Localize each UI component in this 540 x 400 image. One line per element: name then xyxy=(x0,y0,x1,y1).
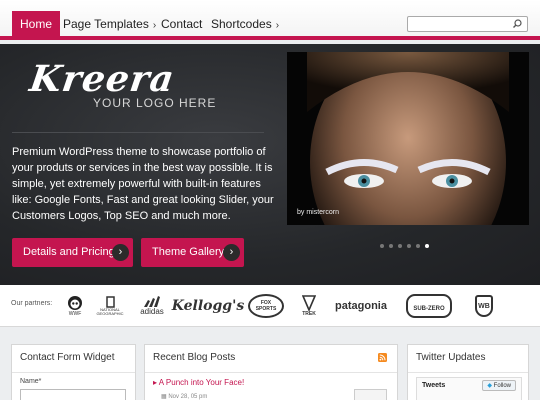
twitter-timeline: Tweets ◆ Follow xyxy=(416,377,522,400)
theme-gallery-button[interactable]: Theme Gallery › xyxy=(141,238,244,267)
partner-name: NATIONAL GEOGRAPHIC xyxy=(96,307,124,316)
nav-item-contact[interactable]: Contact xyxy=(153,11,210,40)
rss-icon[interactable] xyxy=(378,353,387,362)
nav-item-home[interactable]: Home xyxy=(12,11,61,40)
partner-name: adidas xyxy=(140,307,164,316)
partner-name: WB xyxy=(478,302,490,310)
post-thumbnail[interactable] xyxy=(354,389,387,400)
search-icon[interactable] xyxy=(512,18,524,30)
partner-logo-trek[interactable]: TREK xyxy=(297,293,321,319)
partner-name: SUB-ZERO xyxy=(413,306,445,312)
slider-dot[interactable] xyxy=(407,244,411,248)
partners-bar: Our partners: WWF NATIONAL GEOGRAPHIC ad… xyxy=(0,285,540,327)
partner-logo-subzero[interactable]: SUB-ZERO xyxy=(404,293,454,319)
post-title: A Punch into Your Face! xyxy=(158,378,245,387)
follow-label: Follow xyxy=(493,383,511,389)
partner-logo-wb[interactable]: WB xyxy=(474,293,494,319)
slider-dot[interactable] xyxy=(398,244,402,248)
arrow-right-icon: › xyxy=(223,244,240,261)
recent-blog-posts-widget: Recent Blog Posts ▸ A Punch into Your Fa… xyxy=(144,344,398,400)
name-field-label: Name* xyxy=(20,378,42,385)
button-label: Theme Gallery xyxy=(152,246,225,258)
partner-logo-wwf[interactable]: WWF xyxy=(64,293,86,319)
tweets-label: Tweets xyxy=(422,382,446,389)
arrow-right-icon: › xyxy=(112,244,129,261)
nav-item-label: Contact xyxy=(161,17,203,31)
slider-dot[interactable] xyxy=(416,244,420,248)
hero-section: Kreera YOUR LOGO HERE Premium WordPress … xyxy=(0,44,540,285)
divider xyxy=(12,372,135,373)
nav-item-label: Page Templates xyxy=(63,17,149,31)
trek-icon xyxy=(302,295,316,311)
nav-item-label: Home xyxy=(20,17,53,31)
image-slider[interactable]: by mistercorn xyxy=(287,52,529,225)
slide-image xyxy=(287,52,529,225)
partner-logo-adidas[interactable]: adidas xyxy=(136,293,168,319)
partner-logo-natgeo[interactable]: NATIONAL GEOGRAPHIC xyxy=(93,293,127,319)
partner-logo-fox-sports[interactable]: FOX SPORTS xyxy=(247,293,285,319)
divider xyxy=(145,372,397,373)
partner-name: FOX SPORTS xyxy=(255,300,277,312)
widget-title: Recent Blog Posts xyxy=(153,352,236,363)
follow-button[interactable]: ◆ Follow xyxy=(482,380,516,391)
details-pricing-button[interactable]: Details and Pricing › xyxy=(12,238,133,267)
panda-icon xyxy=(68,296,82,310)
stripes-icon xyxy=(144,296,160,307)
partner-name: patagonia xyxy=(335,300,387,312)
blog-post-link[interactable]: ▸ A Punch into Your Face! xyxy=(153,378,244,387)
chevron-right-icon: › xyxy=(275,20,280,31)
button-label: Details and Pricing xyxy=(23,246,115,258)
partner-logo-patagonia[interactable]: patagonia xyxy=(332,293,390,319)
nav-item-shortcodes[interactable]: Shortcodes › xyxy=(203,11,287,40)
widget-title: Twitter Updates xyxy=(416,352,486,363)
name-field[interactable] xyxy=(20,389,126,400)
logo-tagline: YOUR LOGO HERE xyxy=(93,96,217,110)
slider-dot[interactable] xyxy=(380,244,384,248)
divider xyxy=(12,132,264,133)
twitter-updates-widget: Twitter Updates Tweets ◆ Follow xyxy=(407,344,529,400)
search-input[interactable] xyxy=(407,16,528,32)
slider-dot-active[interactable] xyxy=(425,244,429,248)
hero-description: Premium WordPress theme to showcase port… xyxy=(12,146,274,222)
widget-title: Contact Form Widget xyxy=(20,352,115,363)
partners-label: Our partners: xyxy=(11,300,53,307)
partner-name: TREK xyxy=(302,311,316,317)
nav-item-label: Shortcodes xyxy=(211,17,272,31)
post-date-text: Nov 28, 05 pm xyxy=(168,394,208,400)
bird-icon: ◆ xyxy=(487,383,492,389)
top-navigation: Home Page Templates › Contact Shortcodes › xyxy=(0,0,540,40)
partner-name: Kellogg's xyxy=(171,298,245,314)
partner-logo-kelloggs[interactable]: Kellogg's xyxy=(172,293,245,319)
nav-item-page-templates[interactable]: Page Templates › xyxy=(55,11,164,40)
logo[interactable]: Kreera xyxy=(27,58,177,100)
slider-dot[interactable] xyxy=(389,244,393,248)
slider-pagination xyxy=(380,235,434,253)
post-date: ▦ Nov 28, 05 pm xyxy=(161,393,207,400)
divider xyxy=(408,372,528,373)
contact-form-widget: Contact Form Widget Name* xyxy=(11,344,136,400)
slide-caption: by mistercorn xyxy=(297,209,340,216)
partner-name: WWF xyxy=(68,311,82,317)
